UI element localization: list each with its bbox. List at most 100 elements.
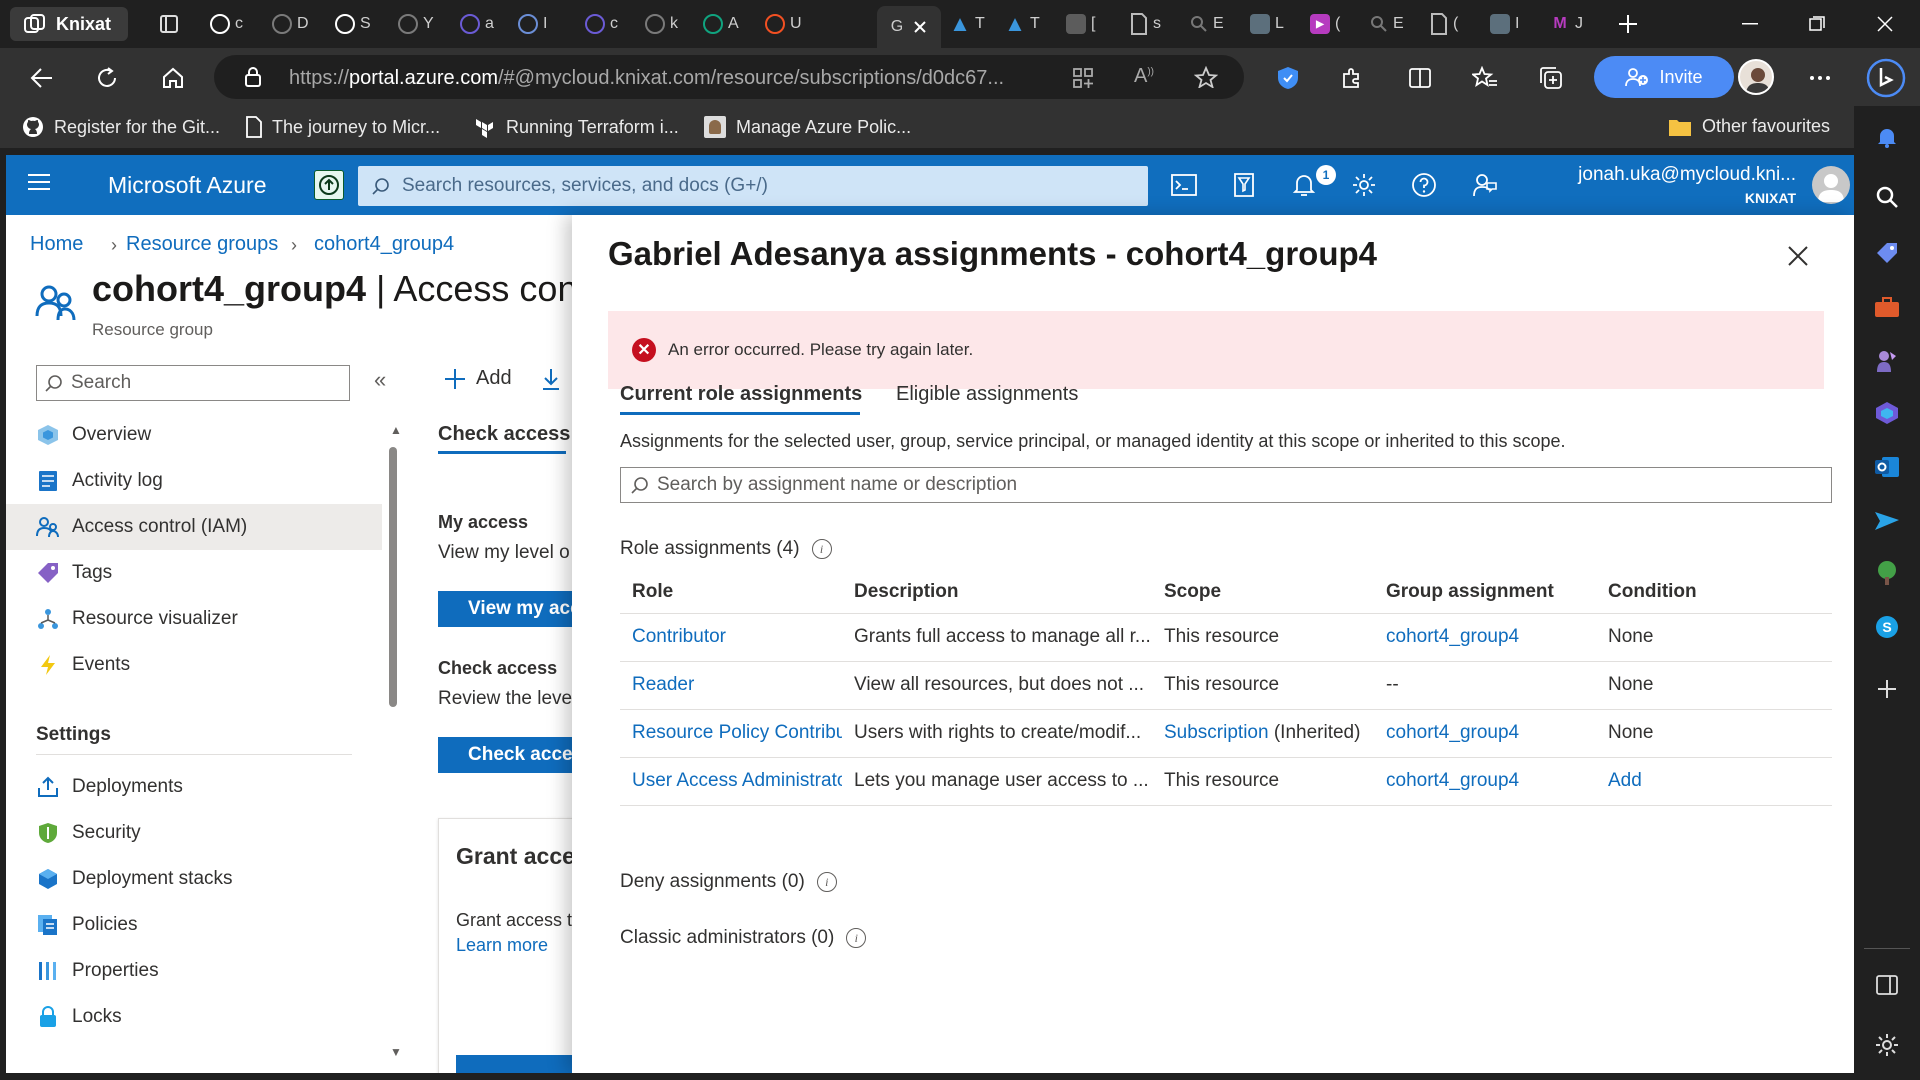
feedback-button[interactable] bbox=[1468, 170, 1500, 200]
directory-filter-button[interactable] bbox=[1228, 170, 1260, 200]
portal-settings-button[interactable] bbox=[1348, 170, 1380, 200]
split-screen-button[interactable] bbox=[1400, 58, 1440, 98]
column-header-role[interactable]: Role bbox=[620, 571, 842, 614]
other-favourites-folder[interactable]: Other favourites bbox=[1668, 116, 1830, 137]
close-window-button[interactable] bbox=[1865, 8, 1905, 40]
menu-search-input[interactable]: Search bbox=[36, 365, 350, 401]
send-icon[interactable] bbox=[1872, 506, 1902, 536]
view-my-access-button[interactable]: View my acc bbox=[438, 591, 578, 627]
breadcrumb-home[interactable]: Home bbox=[30, 233, 83, 256]
browser-profile-button[interactable]: Knixat bbox=[10, 7, 128, 41]
browser-tab[interactable]: I bbox=[518, 8, 547, 40]
menu-scrollbar-thumb[interactable] bbox=[389, 447, 397, 707]
breadcrumb-resource-group[interactable]: cohort4_group4 bbox=[314, 233, 454, 256]
menu-item-tags[interactable]: Tags bbox=[6, 550, 382, 596]
tab[interactable]: ▲ T bbox=[949, 8, 985, 40]
tab[interactable]: I bbox=[1490, 8, 1519, 40]
address-bar[interactable]: https://portal.azure.com/#@mycloud.knixa… bbox=[214, 55, 1244, 99]
tab[interactable]: MJ bbox=[1550, 8, 1583, 40]
new-tab-button[interactable] bbox=[1618, 8, 1638, 40]
scroll-up-arrow[interactable]: ▲ bbox=[390, 423, 402, 437]
tab[interactable]: ( bbox=[1430, 8, 1458, 40]
outlook-icon[interactable] bbox=[1872, 452, 1902, 482]
check-access-button[interactable]: Check access bbox=[438, 737, 578, 773]
tab-current-role-assignments[interactable]: Current role assignments bbox=[620, 383, 862, 406]
breadcrumb-resource-groups[interactable]: Resource groups bbox=[126, 233, 278, 256]
notification-bell-icon[interactable] bbox=[1872, 122, 1902, 152]
browser-tab[interactable]: c bbox=[585, 8, 618, 40]
invite-button[interactable]: Invite bbox=[1594, 56, 1734, 98]
favorite-star-icon[interactable] bbox=[1194, 66, 1218, 88]
menu-item-access-control[interactable]: Access control (IAM) bbox=[6, 504, 382, 550]
active-tab[interactable]: G bbox=[877, 6, 941, 48]
azure-brand[interactable]: Microsoft Azure bbox=[108, 172, 267, 199]
tab[interactable]: E bbox=[1370, 8, 1404, 40]
favorite-link[interactable]: Register for the Git... bbox=[22, 116, 220, 138]
add-button[interactable]: Add bbox=[444, 367, 512, 390]
collections-button[interactable] bbox=[1532, 58, 1572, 98]
back-button[interactable] bbox=[22, 58, 62, 98]
tab[interactable]: [ bbox=[1066, 8, 1095, 40]
sidebar-settings-icon[interactable] bbox=[1872, 1030, 1902, 1060]
menu-item-resource-visualizer[interactable]: Resource visualizer bbox=[6, 596, 382, 642]
minimize-button[interactable] bbox=[1730, 8, 1770, 40]
tools-icon[interactable] bbox=[1872, 292, 1902, 322]
menu-item-activity-log[interactable]: Activity log bbox=[6, 458, 382, 504]
favorite-link[interactable]: Manage Azure Polic... bbox=[704, 116, 911, 138]
menu-item-deployments[interactable]: Deployments bbox=[6, 764, 382, 810]
scroll-down-arrow[interactable]: ▼ bbox=[390, 1045, 402, 1059]
scope-subscription-link[interactable]: Subscription bbox=[1164, 722, 1269, 743]
close-panel-button[interactable] bbox=[1787, 245, 1811, 269]
apps-icon[interactable] bbox=[1072, 67, 1094, 89]
user-avatar[interactable] bbox=[1812, 166, 1850, 204]
help-button[interactable] bbox=[1408, 170, 1440, 200]
tab[interactable]: L bbox=[1250, 8, 1284, 40]
group-assignment-link[interactable]: cohort4_group4 bbox=[1374, 709, 1596, 758]
browser-tab[interactable]: a bbox=[460, 8, 494, 40]
assignment-search-input[interactable]: Search by assignment name or description bbox=[620, 467, 1832, 503]
role-link[interactable]: User Access Administrato bbox=[620, 757, 842, 806]
tab-actions-icon[interactable] bbox=[160, 8, 178, 40]
download-icon[interactable] bbox=[542, 368, 560, 390]
info-icon[interactable]: i bbox=[846, 928, 867, 948]
menu-item-properties[interactable]: Properties bbox=[6, 948, 382, 994]
browser-tab[interactable]: S bbox=[335, 8, 371, 40]
column-header-scope[interactable]: Scope bbox=[1152, 571, 1374, 614]
browser-tab[interactable]: k bbox=[645, 8, 678, 40]
role-link[interactable]: Contributor bbox=[620, 613, 842, 662]
tab[interactable]: s bbox=[1130, 8, 1161, 40]
menu-item-overview[interactable]: Overview bbox=[6, 412, 382, 458]
user-email[interactable]: jonah.uka@mycloud.kni... bbox=[1554, 164, 1796, 186]
browser-tab[interactable]: Y bbox=[398, 8, 434, 40]
group-assignment-link[interactable]: cohort4_group4 bbox=[1374, 757, 1596, 806]
learn-more-link[interactable]: Learn more bbox=[456, 935, 548, 956]
skype-icon[interactable]: S bbox=[1872, 612, 1902, 642]
browser-tab[interactable]: D bbox=[272, 8, 309, 40]
collapse-menu-button[interactable]: « bbox=[374, 367, 386, 393]
maximize-button[interactable] bbox=[1797, 8, 1837, 40]
settings-menu-button[interactable] bbox=[1800, 58, 1840, 98]
role-link[interactable]: Reader bbox=[620, 661, 842, 710]
tree-icon[interactable] bbox=[1872, 558, 1902, 588]
extensions-button[interactable] bbox=[1332, 58, 1372, 98]
browser-tab[interactable]: A bbox=[703, 8, 739, 40]
column-header-description[interactable]: Description bbox=[842, 571, 1152, 614]
global-search-input[interactable]: Search resources, services, and docs (G+… bbox=[358, 166, 1148, 206]
browser-tab[interactable]: U bbox=[765, 8, 802, 40]
info-icon[interactable]: i bbox=[816, 872, 837, 892]
menu-item-locks[interactable]: Locks bbox=[6, 994, 382, 1040]
add-condition-link[interactable]: Add bbox=[1596, 757, 1832, 806]
tab[interactable]: E bbox=[1190, 8, 1224, 40]
tab[interactable]: ▲ T bbox=[1004, 8, 1040, 40]
hamburger-menu-button[interactable] bbox=[28, 173, 50, 191]
menu-item-events[interactable]: Events bbox=[6, 642, 382, 688]
tab-check-access[interactable]: Check access bbox=[438, 423, 570, 446]
group-assignment-link[interactable]: cohort4_group4 bbox=[1374, 613, 1596, 662]
refresh-button[interactable] bbox=[87, 58, 127, 98]
menu-item-security[interactable]: Security bbox=[6, 810, 382, 856]
copilot-icon[interactable] bbox=[1872, 398, 1902, 428]
extension-shield-button[interactable] bbox=[1268, 58, 1308, 98]
favorites-button[interactable] bbox=[1465, 58, 1505, 98]
cloud-shell-button[interactable] bbox=[1168, 170, 1200, 200]
copilot-button[interactable] bbox=[1866, 58, 1906, 98]
